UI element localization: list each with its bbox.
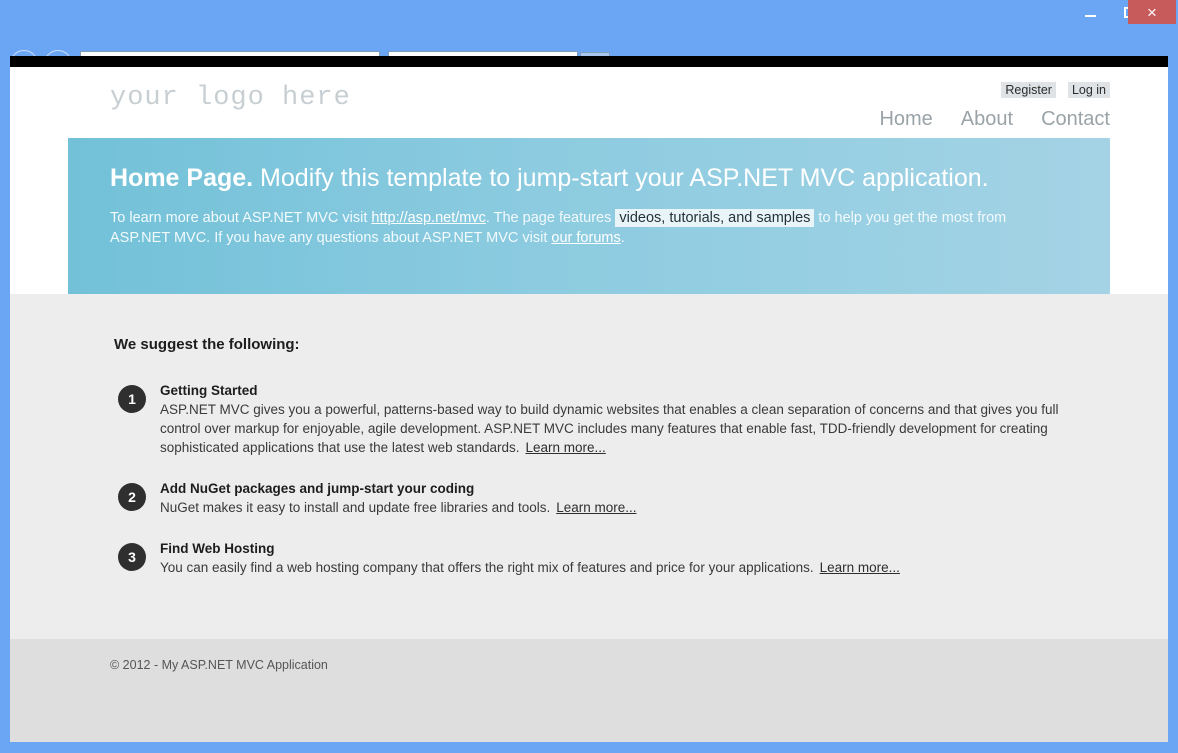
list-item: 1 Getting Started ASP.NET MVC gives you … xyxy=(10,383,1168,457)
viewport-top-divider xyxy=(10,56,1168,67)
main-nav: Home About Contact xyxy=(879,108,1110,131)
step-badge: 2 xyxy=(118,483,146,511)
item-body-text: You can easily find a web hosting compan… xyxy=(160,560,814,575)
item-body: ASP.NET MVC gives you a powerful, patter… xyxy=(160,400,1060,457)
learn-more-link[interactable]: Learn more... xyxy=(556,500,636,515)
hero-banner-wrap: Home Page. Modify this template to jump-… xyxy=(10,138,1168,294)
copyright-text: © 2012 - My ASP.NET MVC Application xyxy=(110,658,328,672)
title-bar: × xyxy=(0,0,1178,26)
item-heading: Find Web Hosting xyxy=(160,541,1168,556)
hero-body-1: To learn more about ASP.NET MVC visit xyxy=(110,210,371,226)
step-badge: 3 xyxy=(118,543,146,571)
browser-nav-row: ← → http://localhost:54167/ xyxy=(0,24,1178,57)
register-link[interactable]: Register xyxy=(1001,82,1056,98)
item-body-text: ASP.NET MVC gives you a powerful, patter… xyxy=(160,402,1059,455)
mvc-site-link[interactable]: http://asp.net/mvc xyxy=(371,210,485,226)
item-body: NuGet makes it easy to install and updat… xyxy=(160,498,1060,517)
nav-item-contact[interactable]: Contact xyxy=(1041,108,1110,130)
hero-title-rest: Modify this template to jump-start your … xyxy=(253,164,989,192)
hero-highlight: videos, tutorials, and samples xyxy=(615,209,814,227)
minimize-icon xyxy=(1085,15,1096,17)
hero-body: To learn more about ASP.NET MVC visit ht… xyxy=(110,208,1050,248)
learn-more-link[interactable]: Learn more... xyxy=(525,440,605,455)
page-viewport: your logo here Register Log in Home About C… xyxy=(10,67,1168,742)
list-item: 3 Find Web Hosting You can easily find a… xyxy=(10,541,1168,577)
item-body-text: NuGet makes it easy to install and updat… xyxy=(160,500,550,515)
account-nav: Register Log in xyxy=(1001,83,1110,97)
nav-item-about[interactable]: About xyxy=(961,108,1013,130)
item-body: You can easily find a web hosting compan… xyxy=(160,558,1060,577)
main-content: We suggest the following: 1 Getting Star… xyxy=(10,294,1168,639)
hero-title-bold: Home Page. xyxy=(110,164,253,192)
hero-banner: Home Page. Modify this template to jump-… xyxy=(68,138,1110,294)
minimize-button[interactable] xyxy=(1070,0,1110,24)
site-header: your logo here Register Log in Home About C… xyxy=(10,67,1168,138)
page-title: We suggest the following: xyxy=(114,336,1168,353)
close-icon: × xyxy=(1147,4,1157,21)
hero-body-2: . The page features xyxy=(486,210,616,226)
browser-window: × ← → http://localhost:54167/ xyxy=(0,0,1178,753)
nav-item-home[interactable]: Home xyxy=(879,108,932,130)
learn-more-link[interactable]: Learn more... xyxy=(820,560,900,575)
list-item: 2 Add NuGet packages and jump-start your… xyxy=(10,481,1168,517)
forums-link[interactable]: our forums xyxy=(551,230,620,246)
close-window-button[interactable]: × xyxy=(1128,0,1176,24)
site-logo: your logo here xyxy=(110,83,351,113)
hero-body-4: . xyxy=(621,230,625,246)
site-footer: © 2012 - My ASP.NET MVC Application xyxy=(10,639,1168,742)
item-heading: Getting Started xyxy=(160,383,1168,398)
login-link[interactable]: Log in xyxy=(1068,82,1110,98)
hero-title: Home Page. Modify this template to jump-… xyxy=(110,164,989,193)
step-badge: 1 xyxy=(118,385,146,413)
item-heading: Add NuGet packages and jump-start your c… xyxy=(160,481,1168,496)
